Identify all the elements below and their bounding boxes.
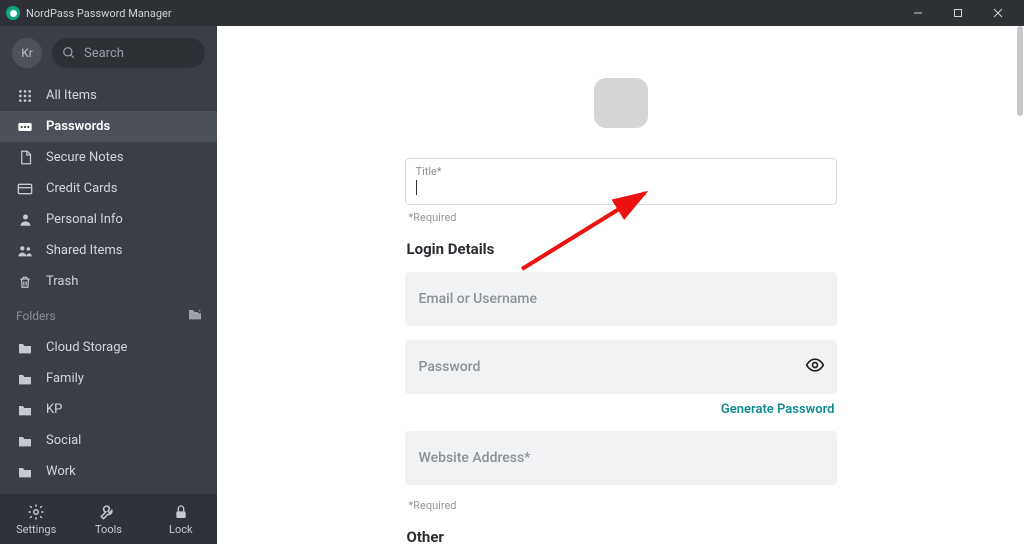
sidebar-item-label: All Items: [46, 88, 97, 103]
add-folder-icon[interactable]: +: [187, 307, 203, 324]
minimize-button[interactable]: [898, 0, 938, 26]
sidebar-item-label: Cloud Storage: [46, 340, 127, 355]
settings-button[interactable]: Settings: [0, 494, 72, 544]
folder-icon: [16, 465, 34, 479]
folders-header-label: Folders: [16, 309, 56, 323]
title-input[interactable]: [417, 179, 826, 196]
bottom-item-label: Settings: [16, 523, 56, 536]
nav-folders: Cloud Storage Family KP Social Work: [0, 328, 217, 487]
tools-button[interactable]: Tools: [72, 494, 144, 544]
svg-text:+: +: [198, 310, 201, 315]
bottom-item-label: Tools: [95, 523, 122, 536]
sidebar-item-label: Passwords: [46, 119, 110, 134]
lock-button[interactable]: Lock: [145, 494, 217, 544]
sidebar-item-credit-cards[interactable]: Credit Cards: [0, 173, 217, 204]
titlebar: NordPass Password Manager: [0, 0, 1024, 26]
sidebar-item-passwords[interactable]: Passwords: [0, 111, 217, 142]
search-container[interactable]: [52, 38, 205, 68]
folder-social[interactable]: Social: [0, 425, 217, 456]
password-icon: [16, 119, 34, 135]
sidebar-item-label: Trash: [46, 274, 78, 289]
folder-cloud-storage[interactable]: Cloud Storage: [0, 332, 217, 363]
card-icon: [16, 181, 34, 197]
website-field-container[interactable]: [405, 431, 837, 485]
person-icon: [16, 212, 34, 227]
sidebar-item-label: Work: [46, 464, 76, 479]
sidebar-item-label: Credit Cards: [46, 181, 117, 196]
required-hint: *Required: [409, 211, 837, 224]
sidebar-item-label: KP: [46, 402, 62, 417]
search-input[interactable]: [84, 46, 195, 61]
bottom-item-label: Lock: [169, 523, 193, 536]
folder-family[interactable]: Family: [0, 363, 217, 394]
folder-work[interactable]: Work: [0, 456, 217, 487]
search-icon: [62, 46, 76, 60]
folder-icon: [16, 434, 34, 448]
sidebar-item-shared-items[interactable]: Shared Items: [0, 235, 217, 266]
email-field-container[interactable]: [405, 272, 837, 326]
sidebar-item-label: Shared Items: [46, 243, 122, 258]
sidebar-item-label: Personal Info: [46, 212, 123, 227]
sidebar: Kr All Items Passwords Secure Notes Cred: [0, 26, 217, 544]
eye-icon: [805, 355, 825, 375]
bottom-bar: Settings Tools Lock: [0, 494, 217, 544]
email-input[interactable]: [419, 291, 823, 307]
required-hint: *Required: [409, 499, 837, 512]
title-label: Title*: [416, 165, 826, 178]
generate-password-link[interactable]: Generate Password: [721, 402, 835, 417]
sidebar-item-all-items[interactable]: All Items: [0, 80, 217, 111]
folder-icon: [16, 341, 34, 355]
nav-categories: All Items Passwords Secure Notes Credit …: [0, 76, 217, 297]
scrollbar-thumb[interactable]: [1017, 26, 1023, 116]
sidebar-item-trash[interactable]: Trash: [0, 266, 217, 297]
window-title: NordPass Password Manager: [26, 7, 172, 20]
folder-icon: [16, 403, 34, 417]
other-heading: Other: [407, 528, 837, 544]
password-input[interactable]: [419, 359, 823, 375]
close-button[interactable]: [978, 0, 1018, 26]
wrench-icon: [99, 503, 117, 521]
folder-icon: [16, 372, 34, 386]
entry-icon-placeholder[interactable]: [594, 78, 648, 128]
grid-icon: [16, 88, 34, 104]
sidebar-item-label: Family: [46, 371, 84, 386]
gear-icon: [27, 503, 45, 521]
sidebar-item-secure-notes[interactable]: Secure Notes: [0, 142, 217, 173]
password-field-container[interactable]: [405, 340, 837, 394]
app-logo-icon: [6, 6, 20, 20]
folders-header: Folders +: [0, 297, 217, 328]
folder-kp[interactable]: KP: [0, 394, 217, 425]
toggle-password-visibility[interactable]: [805, 355, 825, 379]
people-icon: [16, 243, 34, 259]
note-icon: [16, 150, 34, 165]
website-input[interactable]: [419, 450, 823, 466]
avatar[interactable]: Kr: [12, 38, 42, 68]
sidebar-item-label: Secure Notes: [46, 150, 124, 165]
maximize-button[interactable]: [938, 0, 978, 26]
sidebar-item-label: Social: [46, 433, 81, 448]
title-field-container[interactable]: Title*: [405, 158, 837, 205]
lock-icon: [173, 503, 189, 521]
scrollbar[interactable]: [1016, 26, 1024, 544]
trash-icon: [16, 275, 34, 289]
sidebar-item-personal-info[interactable]: Personal Info: [0, 204, 217, 235]
main-panel: Title* *Required Login Details: [217, 26, 1024, 544]
login-details-heading: Login Details: [407, 240, 837, 258]
